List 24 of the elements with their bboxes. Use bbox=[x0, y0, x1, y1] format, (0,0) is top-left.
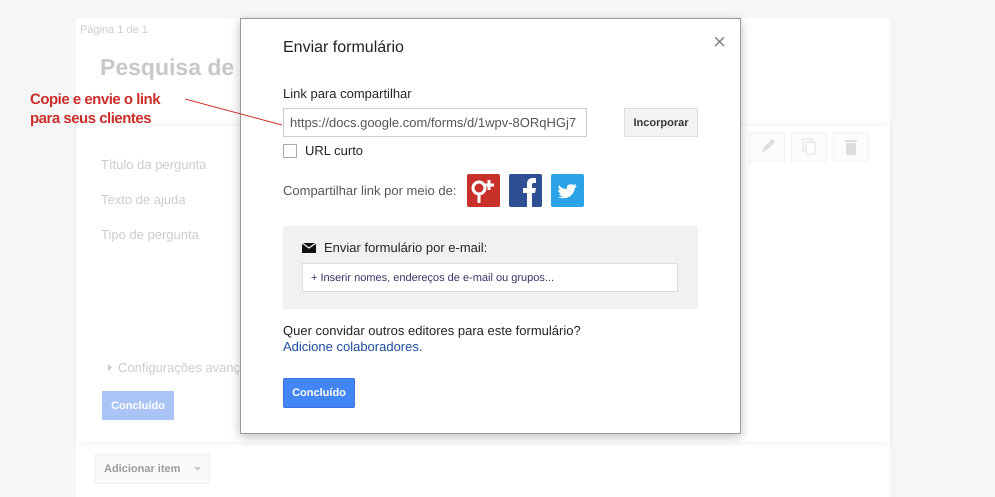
add-item-button[interactable]: Adicionar item bbox=[95, 454, 210, 484]
bird-icon[interactable] bbox=[551, 174, 584, 207]
checkbox-label: URL curto bbox=[305, 143, 364, 158]
invite-text: Quer convidar outros editores para este formulário? Adicione colaboradores. bbox=[283, 323, 582, 355]
close-button[interactable]: × bbox=[713, 31, 726, 53]
short-url-checkbox[interactable] bbox=[283, 144, 297, 158]
caret-icon bbox=[194, 467, 202, 471]
share-label: Compartilhar link por meio de: bbox=[283, 183, 456, 198]
envelope-icon bbox=[302, 242, 316, 252]
expand-arrow-icon bbox=[108, 364, 112, 371]
link-label: Link para compartilhar bbox=[283, 86, 413, 101]
email-label: Enviar formulário por e-mail: bbox=[324, 240, 488, 255]
dialog-title: Enviar formulário bbox=[283, 39, 405, 57]
trash-icon[interactable] bbox=[833, 132, 869, 162]
facebook-icon[interactable] bbox=[509, 174, 542, 207]
copy-icon[interactable] bbox=[791, 132, 827, 162]
pencil-icon[interactable] bbox=[749, 132, 785, 162]
annotation-text: Copie e envie o link para seus clientes bbox=[30, 90, 162, 128]
add-collaborators-link[interactable]: Adicione colaboradores. bbox=[283, 339, 422, 354]
done-button[interactable]: Concluído bbox=[283, 378, 355, 408]
embed-button[interactable]: Incorporar bbox=[624, 108, 698, 137]
email-field[interactable]: + Inserir nomes, endereços de e-mail ou grupos... bbox=[302, 263, 678, 292]
google-plus-icon[interactable] bbox=[467, 174, 500, 207]
link-field[interactable]: https://docs.google.com/forms/d/1wpv-8ORqHGj7 bbox=[283, 108, 587, 137]
